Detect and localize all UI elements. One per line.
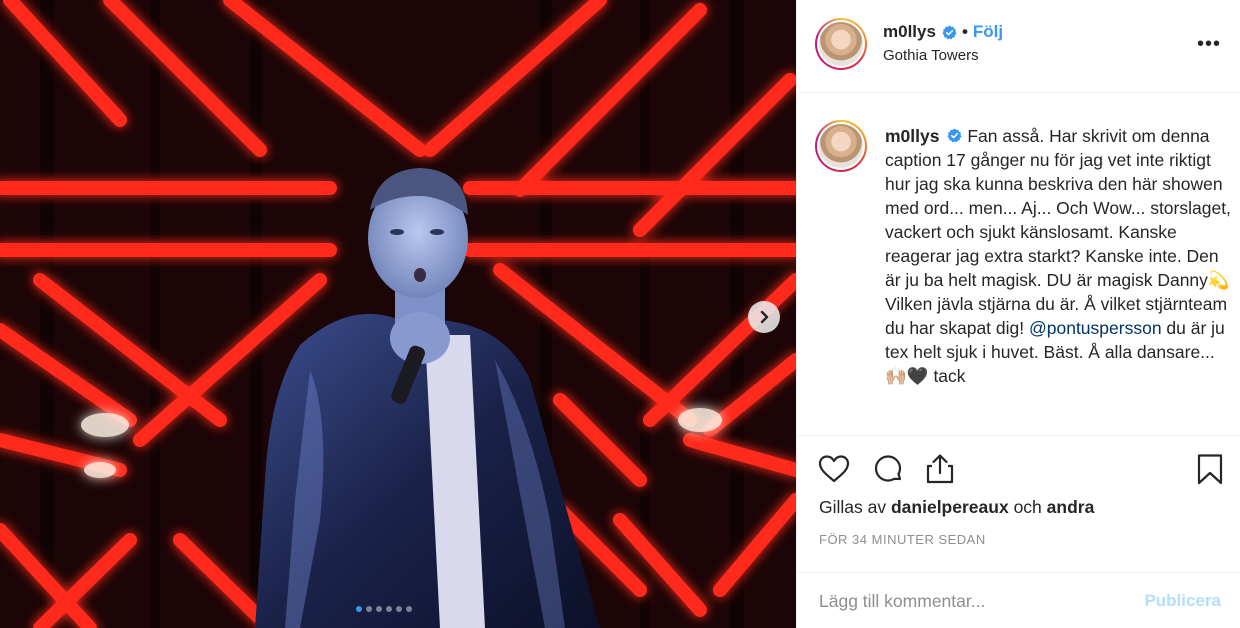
header-username[interactable]: m0llys — [883, 22, 936, 42]
publish-button[interactable]: Publicera — [1144, 591, 1221, 611]
caption-username[interactable]: m0llys — [885, 126, 939, 146]
likes-joiner: och — [1013, 497, 1042, 517]
verified-badge-icon — [947, 128, 962, 143]
concert-photo — [0, 0, 796, 628]
likes-user-link[interactable]: danielpereaux — [891, 497, 1009, 517]
post-caption: m0llys Fan asså. Har skrivit om denna ca… — [885, 124, 1233, 388]
carousel-dot — [386, 606, 392, 612]
post-media[interactable] — [0, 0, 796, 628]
more-options-icon[interactable]: ••• — [1197, 34, 1221, 54]
carousel-next-button[interactable] — [748, 301, 780, 333]
carousel-dot — [406, 606, 412, 612]
add-comment-bar: Publicera — [797, 572, 1240, 628]
verified-badge-icon — [942, 24, 957, 39]
follow-button[interactable]: Följ — [973, 22, 1003, 42]
carousel-indicator — [356, 606, 412, 612]
likes-prefix: Gillas av — [819, 497, 887, 517]
bookmark-icon[interactable] — [1193, 452, 1227, 486]
caption-mention-link[interactable]: @pontuspersson — [1029, 318, 1162, 338]
carousel-dot — [366, 606, 372, 612]
carousel-dot — [356, 606, 362, 612]
share-icon[interactable] — [923, 452, 957, 486]
likes-summary: Gillas av danielpereaux och andra — [819, 497, 1094, 518]
likes-others-link[interactable]: andra — [1047, 497, 1095, 517]
header-user-row: m0llys • Följ — [883, 22, 1003, 42]
heart-icon[interactable] — [817, 452, 851, 486]
comments-area[interactable]: m0llys Fan asså. Har skrivit om denna ca… — [797, 94, 1240, 436]
post-timestamp[interactable]: FÖR 34 MINUTER SEDAN — [819, 532, 986, 547]
caption-avatar[interactable] — [815, 120, 867, 172]
chevron-right-icon — [760, 310, 769, 324]
post-side-panel: m0llys • Följ Gothia Towers ••• m0llys F… — [796, 0, 1240, 628]
comment-icon[interactable] — [871, 452, 905, 486]
location-link[interactable]: Gothia Towers — [883, 47, 979, 64]
action-bar — [797, 450, 1240, 490]
post-header: m0llys • Följ Gothia Towers ••• — [797, 0, 1240, 93]
carousel-dot — [396, 606, 402, 612]
carousel-dot — [376, 606, 382, 612]
separator-dot: • — [961, 22, 968, 41]
comment-input[interactable] — [819, 587, 1119, 615]
caption-text: Fan asså. Har skrivit om denna caption 1… — [885, 126, 1231, 338]
avatar[interactable] — [815, 18, 867, 70]
